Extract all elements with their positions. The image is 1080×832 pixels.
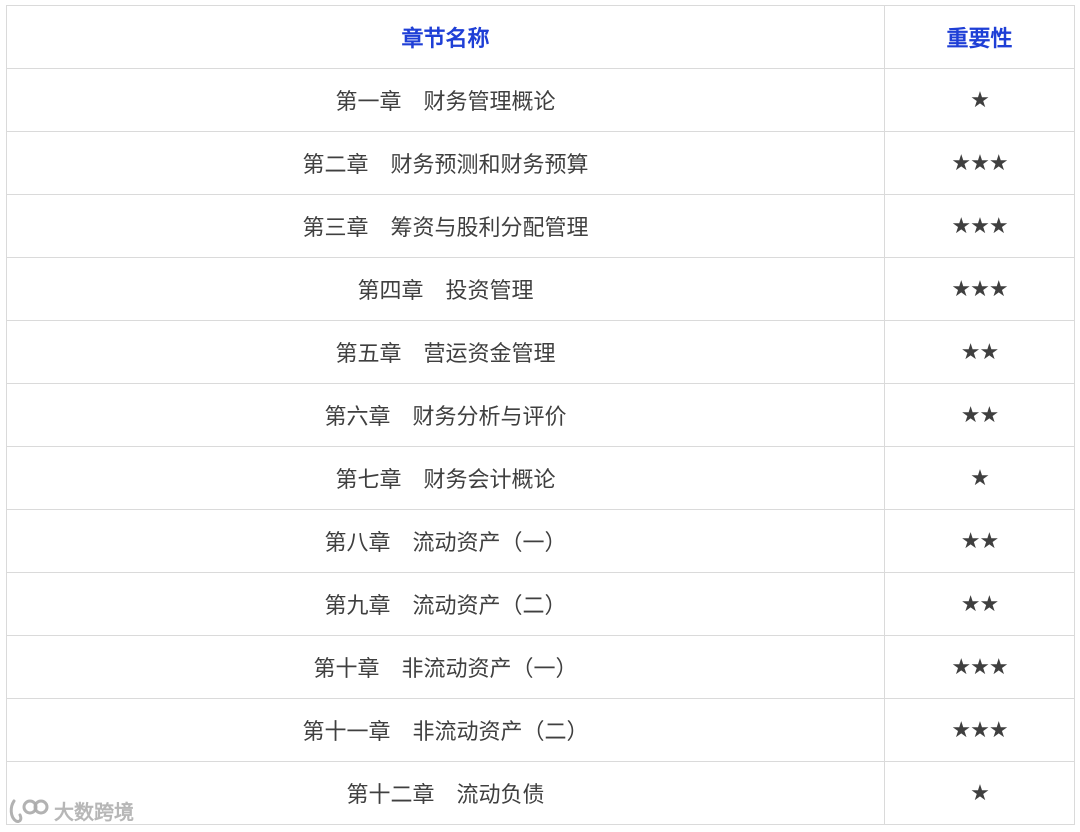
chapter-name-cell: 第五章 营运资金管理 xyxy=(6,320,885,384)
importance-stars-cell: ★★★ xyxy=(884,635,1075,699)
importance-stars-cell: ★★ xyxy=(884,320,1075,384)
table-row: 第五章 营运资金管理 ★★ xyxy=(6,320,1075,384)
importance-stars-cell: ★★★ xyxy=(884,194,1075,258)
table-row: 第三章 筹资与股利分配管理 ★★★ xyxy=(6,194,1075,258)
chapter-name-cell: 第七章 财务会计概论 xyxy=(6,446,885,510)
table-row: 第十一章 非流动资产（二） ★★★ xyxy=(6,698,1075,762)
importance-stars-cell: ★★ xyxy=(884,572,1075,636)
importance-stars-cell: ★★ xyxy=(884,383,1075,447)
header-chapter-name: 章节名称 xyxy=(6,5,885,69)
table-row: 第四章 投资管理 ★★★ xyxy=(6,257,1075,321)
importance-stars-cell: ★★★ xyxy=(884,698,1075,762)
page: 章节名称 重要性 第一章 财务管理概论 ★ 第二章 财务预测和财务预算 ★★★ … xyxy=(0,0,1080,832)
chapter-name-cell: 第八章 流动资产（一） xyxy=(6,509,885,573)
chapter-name-cell: 第十章 非流动资产（一） xyxy=(6,635,885,699)
table-row: 第六章 财务分析与评价 ★★ xyxy=(6,383,1075,447)
chapter-importance-table: 章节名称 重要性 第一章 财务管理概论 ★ 第二章 财务预测和财务预算 ★★★ … xyxy=(6,5,1075,825)
importance-stars-cell: ★★ xyxy=(884,509,1075,573)
watermark: 大数跨境 xyxy=(8,796,134,825)
table-row: 第十章 非流动资产（一） ★★★ xyxy=(6,635,1075,699)
table-row: 第八章 流动资产（一） ★★ xyxy=(6,509,1075,573)
importance-stars-cell: ★ xyxy=(884,761,1075,825)
table-row: 第七章 财务会计概论 ★ xyxy=(6,446,1075,510)
chapter-name-cell: 第九章 流动资产（二） xyxy=(6,572,885,636)
importance-stars-cell: ★★★ xyxy=(884,131,1075,195)
table-row: 第十二章 流动负债 ★ xyxy=(6,761,1075,825)
chapter-name-cell: 第二章 财务预测和财务预算 xyxy=(6,131,885,195)
table-row: 第九章 流动资产（二） ★★ xyxy=(6,572,1075,636)
watermark-text: 大数跨境 xyxy=(54,800,134,824)
table-header-row: 章节名称 重要性 xyxy=(6,5,1075,69)
importance-stars-cell: ★★★ xyxy=(884,257,1075,321)
chapter-name-cell: 第六章 财务分析与评价 xyxy=(6,383,885,447)
table-row: 第二章 财务预测和财务预算 ★★★ xyxy=(6,131,1075,195)
table-row: 第一章 财务管理概论 ★ xyxy=(6,68,1075,132)
chapter-name-cell: 第三章 筹资与股利分配管理 xyxy=(6,194,885,258)
chapter-name-cell: 第四章 投资管理 xyxy=(6,257,885,321)
double-loop-logo-icon xyxy=(9,799,49,823)
importance-stars-cell: ★ xyxy=(884,446,1075,510)
chapter-name-cell: 第十一章 非流动资产（二） xyxy=(6,698,885,762)
importance-stars-cell: ★ xyxy=(884,68,1075,132)
chapter-name-cell: 第一章 财务管理概论 xyxy=(6,68,885,132)
header-importance: 重要性 xyxy=(884,5,1075,69)
chapter-name-cell: 第十二章 流动负债 xyxy=(6,761,885,825)
